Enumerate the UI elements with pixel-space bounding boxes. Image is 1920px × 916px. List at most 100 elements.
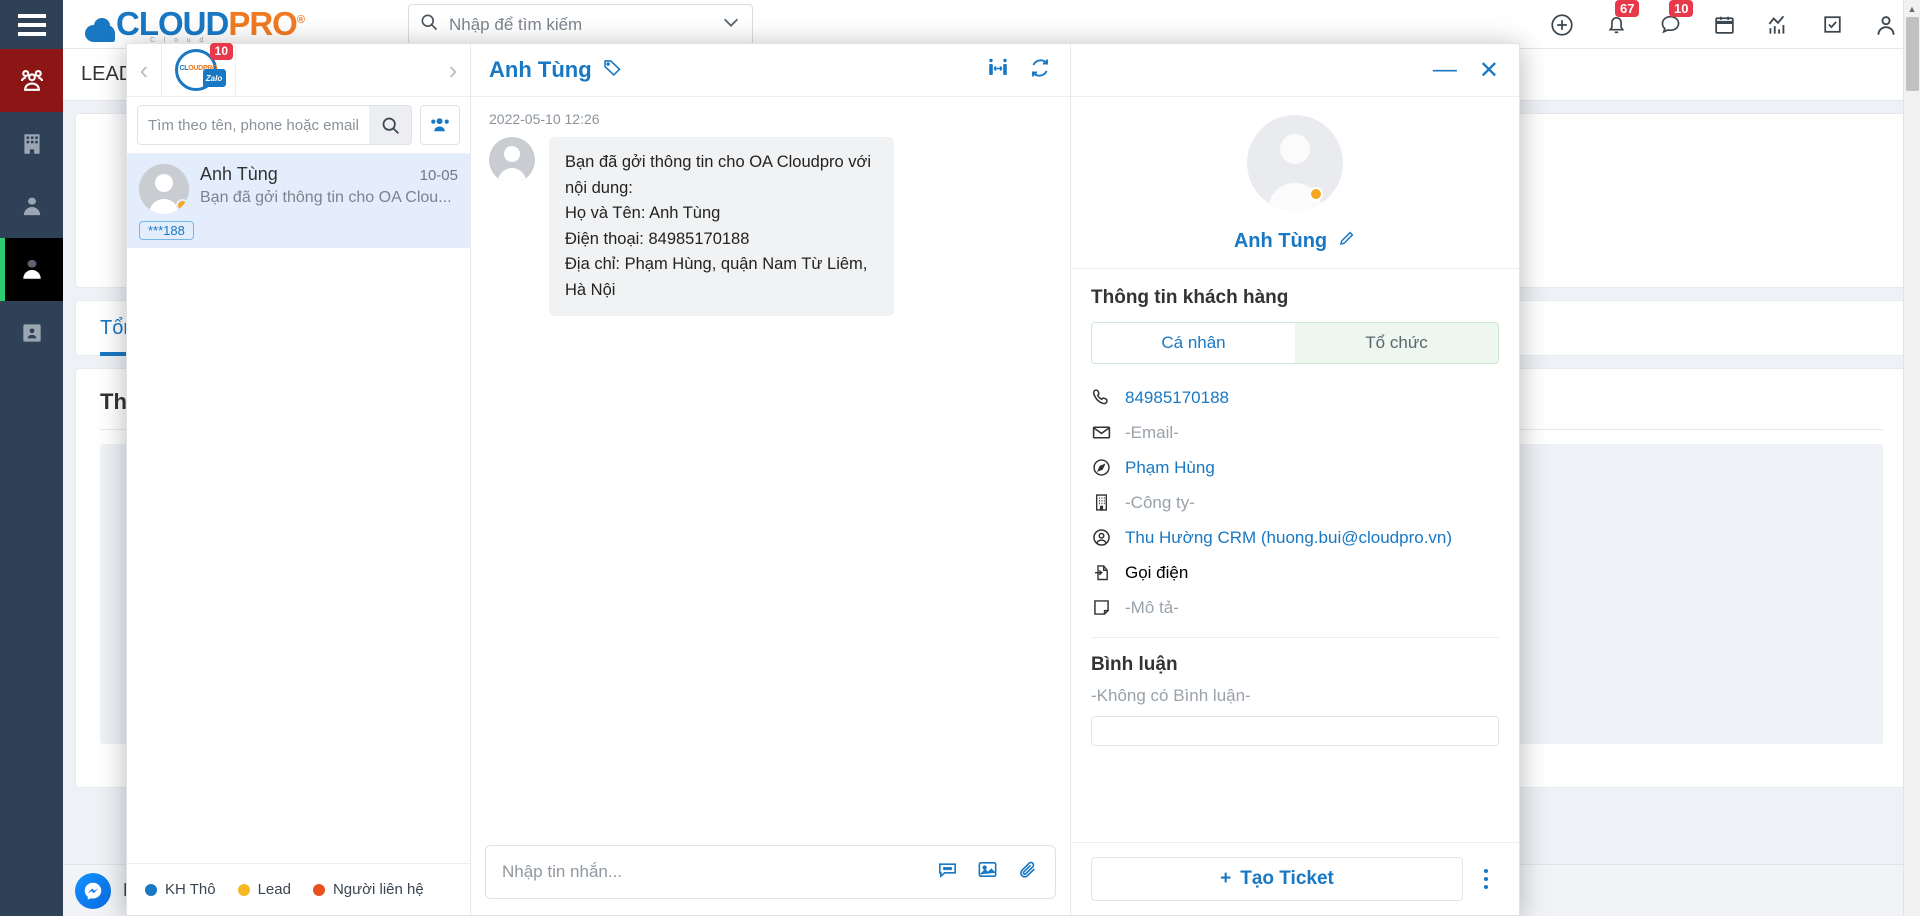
conversation-search-button[interactable] [369,106,411,144]
customer-type-segmented-control: Cá nhân Tổ chức [1091,322,1499,364]
chat-header: Anh Tùng [471,44,1070,97]
channel-tab-zalo-oa[interactable]: 10 CLOUDPRO Zalo [161,44,236,96]
user-icon[interactable] [1872,11,1900,39]
info-field-call[interactable]: Gọi điện [1091,555,1499,590]
conversation-preview: Bạn đã gởi thông tin cho OA Clou... [200,189,458,207]
info-field-value: Gọi điện [1125,563,1188,583]
info-field-address[interactable]: Phạm Hùng [1091,450,1499,485]
image-attach-icon[interactable] [976,858,999,886]
legend-dot [238,884,250,896]
avatar [139,164,189,214]
chevron-down-icon[interactable] [720,11,742,38]
add-circle-icon[interactable] [1548,11,1576,39]
chat-message-list: 2022-05-10 12:26 Bạn đã gởi thông tin ch… [471,97,1070,833]
search-icon [419,12,439,37]
comment-input[interactable] [1091,716,1499,746]
legend-dot [145,884,157,896]
message-composer[interactable]: Nhập tin nhắn... [485,845,1056,899]
menu-toggle-button[interactable] [0,0,63,49]
more-options-button[interactable] [1473,869,1499,889]
page-scrollbar[interactable]: ▲ [1903,0,1920,916]
scroll-up-arrow[interactable]: ▲ [1904,0,1920,17]
comments-title: Bình luận [1091,654,1499,676]
customer-hero: Anh Tùng [1071,97,1519,269]
customer-info-footer: + Tạo Ticket [1071,842,1519,915]
bell-icon[interactable]: 67 [1602,11,1630,39]
info-field-owner[interactable]: Thu Hường CRM (huong.bui@cloudpro.vn) [1091,520,1499,555]
info-field-value: 84985170188 [1125,388,1229,408]
legend-label: KH Thô [165,881,216,898]
hamburger-bar [18,14,46,18]
app-logo[interactable]: CLOUDPRO® C l o u d [85,5,304,44]
minimize-button[interactable]: — [1433,56,1457,84]
create-ticket-label: Tạo Ticket [1240,868,1334,890]
cloud-logo-icon [85,18,119,44]
chat-icon[interactable]: 10 [1656,11,1684,39]
message-timestamp: 2022-05-10 12:26 [489,111,1052,127]
calendar-icon[interactable] [1710,11,1738,39]
transfer-conversation-icon[interactable] [986,56,1010,85]
info-field-value: -Công ty- [1125,493,1195,513]
edit-icon[interactable] [1337,229,1356,254]
channel-prev-arrow[interactable]: ‹ [127,44,161,96]
mail-icon [1091,422,1112,443]
scrollbar-thumb[interactable] [1906,17,1919,91]
info-field-description[interactable]: -Mô tả- [1091,590,1499,625]
quick-reply-icon[interactable] [936,858,959,886]
hamburger-bar [18,32,46,36]
conversation-list: Anh Tùng 10-05 Bạn đã gởi thông tin cho … [127,154,470,863]
info-field-value: Thu Hường CRM (huong.bui@cloudpro.vn) [1125,528,1452,548]
close-button[interactable]: ✕ [1479,56,1499,85]
people-group-icon [17,66,47,96]
divider [1091,637,1499,638]
bell-badge: 67 [1615,0,1639,17]
file-attach-icon[interactable] [1016,858,1039,886]
info-field-phone[interactable]: 84985170188 [1091,380,1499,415]
customer-info-body: Thông tin khách hàng Cá nhân Tổ chức 849… [1071,269,1519,842]
task-icon[interactable] [1818,11,1846,39]
brand-name-part1: CLOUD [116,5,228,42]
legend-item-raw-customer: KH Thô [145,881,216,898]
composer-tools [936,858,1039,886]
rail-item-lead[interactable] [0,175,63,238]
info-field-company[interactable]: -Công ty- [1091,485,1499,520]
info-field-email[interactable]: -Email- [1091,415,1499,450]
conversation-search-field[interactable] [137,105,412,145]
brand-registered-mark: ® [297,14,304,26]
tag-icon[interactable] [602,57,623,83]
global-search[interactable]: Nhập để tìm kiếm [408,4,753,45]
segment-individual[interactable]: Cá nhân [1092,323,1295,363]
kebab-dot [1484,877,1488,881]
global-search-placeholder: Nhập để tìm kiếm [449,15,582,35]
conversation-date: 10-05 [420,167,458,184]
rail-item-company[interactable] [0,112,63,175]
channel-next-arrow[interactable]: › [436,44,470,96]
customer-info-title: Thông tin khách hàng [1091,287,1499,309]
top-navigation-bar: CLOUDPRO® C l o u d Nhập để tìm kiếm [63,0,1920,49]
call-out-icon [1091,562,1112,583]
analytics-icon[interactable] [1764,11,1792,39]
legend-label: Người liên hệ [333,881,424,898]
rail-item-contacts-group[interactable] [0,49,63,112]
add-contact-button[interactable] [420,105,460,145]
comments-empty-text: -Không có Bình luận- [1091,686,1499,706]
rail-item-customer[interactable] [0,238,63,301]
segment-organization[interactable]: Tổ chức [1295,323,1498,363]
conversation-channel-header: ‹ 10 CLOUDPRO Zalo › [127,44,470,97]
rail-item-contact-card[interactable] [0,301,63,364]
info-field-value: -Email- [1125,423,1179,443]
refresh-icon[interactable] [1028,56,1052,85]
conversation-list-item[interactable]: Anh Tùng 10-05 Bạn đã gởi thông tin cho … [127,154,470,248]
create-ticket-button[interactable]: + Tạo Ticket [1091,857,1463,901]
avatar [489,137,535,183]
omnichannel-chat-popup: ‹ 10 CLOUDPRO Zalo › [126,43,1520,916]
conversation-list-panel: ‹ 10 CLOUDPRO Zalo › [127,44,471,915]
popup-window-controls: — ✕ [1071,44,1519,97]
account-icon [1091,527,1112,548]
conversation-search-input[interactable] [138,117,369,134]
brand-name-part2: PRO [228,5,297,42]
info-field-value: Phạm Hùng [1125,458,1215,478]
legend-item-contact: Người liên hệ [313,881,424,898]
chat-contact-name: Anh Tùng [489,57,592,83]
channel-unread-badge: 10 [210,43,233,60]
